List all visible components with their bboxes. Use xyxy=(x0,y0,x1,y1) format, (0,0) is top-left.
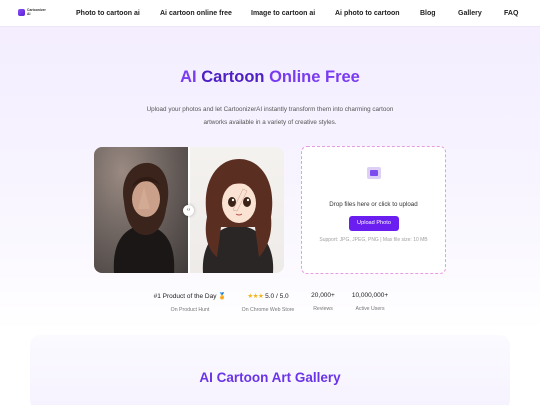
stat-active-users-sub: Active Users xyxy=(355,306,385,312)
stat-active-users: 10,000,000+ Active Users xyxy=(345,292,395,312)
title-online-free: Online Free xyxy=(269,68,360,86)
top-navbar: Cartoonizer AI Photo to cartoon ai Ai ca… xyxy=(0,0,540,27)
logo-text: Cartoonizer AI xyxy=(27,8,46,16)
original-photo xyxy=(94,147,189,273)
nav-link-blog[interactable]: Blog xyxy=(420,10,436,17)
stat-rating-title: ★★★ 5.0 / 5.0 xyxy=(232,292,304,300)
stat-active-users-value: 10,000,000+ xyxy=(351,292,389,299)
cartoon-illustration xyxy=(202,159,274,273)
stat-reviews: 20,000+ Reviews xyxy=(304,292,342,312)
title-cartoon: Cartoon xyxy=(201,68,265,86)
gallery-title: AI Cartoon Art Gallery xyxy=(199,370,341,385)
cartoon-result xyxy=(189,147,284,273)
hero-subtitle: Upload your photos and let CartoonizerAI… xyxy=(146,106,394,126)
stat-rating-value: 5.0 / 5.0 xyxy=(265,293,289,300)
nav-link-ai-cartoon-online-free[interactable]: Ai cartoon online free xyxy=(160,10,232,17)
stat-product-hunt: #1 Product of the Day 🏅 On Product Hunt xyxy=(150,292,230,313)
title-ai: AI xyxy=(180,68,197,86)
stat-rating: ★★★ 5.0 / 5.0 On Chrome Web Store xyxy=(232,292,304,313)
nav-link-photo-to-cartoon-ai[interactable]: Photo to cartoon ai xyxy=(76,10,140,17)
upload-photo-button[interactable]: Upload Photo xyxy=(349,216,399,231)
file-support-text: Support: JPG, JPEG, PNG | Max file size:… xyxy=(319,237,428,243)
stat-product-hunt-sub: On Product Hunt xyxy=(170,307,210,313)
upload-dropzone[interactable]: Drop files here or click to upload Uploa… xyxy=(301,146,446,274)
stat-reviews-sub: Reviews xyxy=(313,306,333,312)
nav-link-image-to-cartoon-ai[interactable]: Image to cartoon ai xyxy=(251,10,315,17)
upload-icon xyxy=(367,167,381,179)
page-title: AI Cartoon Online Free xyxy=(0,68,540,87)
logo[interactable]: Cartoonizer AI xyxy=(18,8,49,17)
upload-icon-glyph xyxy=(370,170,378,176)
star-rating-icon: ★★★ xyxy=(247,293,264,300)
stat-product-hunt-title: #1 Product of the Day 🏅 xyxy=(153,293,227,300)
nav-link-faq[interactable]: FAQ xyxy=(504,10,518,17)
logo-icon xyxy=(18,9,25,17)
drop-files-text: Drop files here or click to upload xyxy=(329,201,418,208)
comparison-slider-handle[interactable]: ‹› xyxy=(183,205,194,216)
stat-rating-sub: On Chrome Web Store xyxy=(241,307,295,313)
original-photo-illustration xyxy=(113,162,175,273)
before-after-comparison[interactable]: ‹› xyxy=(94,147,284,273)
nav-link-ai-photo-to-cartoon[interactable]: Ai photo to cartoon xyxy=(335,10,400,17)
nav-link-gallery[interactable]: Gallery xyxy=(458,10,482,17)
stat-reviews-value: 20,000+ xyxy=(311,292,335,299)
